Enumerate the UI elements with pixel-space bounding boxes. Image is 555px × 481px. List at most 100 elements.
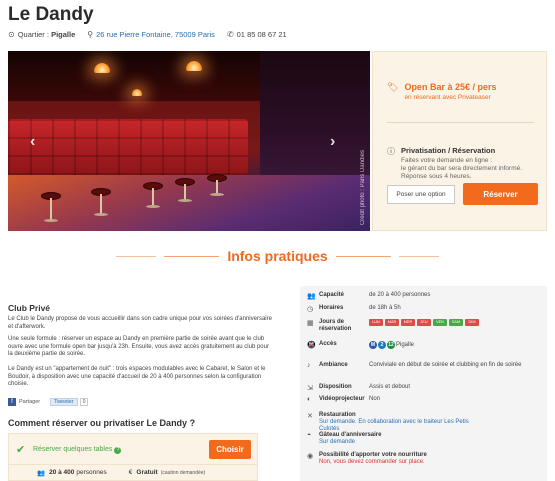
info-key: Accès [319, 341, 337, 347]
map-marker-icon: ⚲ [87, 30, 94, 39]
club-paragraph-2: Une seule formule : réserver un espace a… [8, 336, 269, 357]
info-row-disposition: ⇲ Disposition Assis et debout [300, 384, 547, 392]
booking-option-label: Réserver quelques tables? [33, 446, 122, 454]
privatisation-desc-2: le gérant du bar sera directement inform… [401, 165, 523, 172]
info-row-access: 🚇 Accès M 2 12 Pigalle [300, 341, 547, 349]
info-row-ambiance: ♪ Ambiance Conviviale en début de soirée… [300, 362, 547, 369]
clock-icon: ◷ [307, 306, 314, 313]
offer-title: Open Bar à 25€ / pers [404, 82, 497, 92]
title-line-left [164, 255, 220, 257]
info-value: Sur demande [319, 439, 356, 445]
info-value: Sur demande. En collaboration avec le tr… [319, 419, 469, 432]
projector-icon: ◐ [307, 396, 312, 403]
price-tag-icon: 🏷 [387, 82, 399, 92]
phone-group[interactable]: ✆ 01 85 08 67 21 [227, 30, 287, 39]
info-key: Capacité [319, 292, 345, 298]
prev-photo-arrow[interactable]: ‹ [30, 133, 35, 151]
venue-meta: ⊙ Quartier : Pigalle ⚲ 26 rue Pierre Fon… [8, 30, 299, 39]
group-icon: 👥 [307, 293, 316, 300]
tweet-count: 0 [79, 398, 89, 406]
bar-stool-foot [146, 205, 160, 208]
food-icon: ◉ [307, 453, 314, 460]
photo-back-wall [260, 51, 370, 191]
privatisation-info: ⓘ Privatisation / Réservation Faites vot… [387, 146, 522, 181]
next-photo-arrow[interactable]: › [330, 133, 335, 151]
info-value: M 2 12 Pigalle [369, 341, 534, 349]
address-group[interactable]: ⚲ 26 rue Pierre Fontaine, 75009 Paris [87, 30, 215, 39]
day-badge: LUN [369, 319, 383, 326]
booking-option-details: 👥 20 à 400 personnes € Gratuit (caution … [8, 465, 258, 481]
day-badge: VEN [433, 319, 447, 326]
day-badge: MAR [385, 319, 399, 326]
offer-subtitle: en réservant avec Privateaser [404, 94, 491, 101]
info-value: Assis et debout [369, 384, 411, 390]
option-button[interactable]: Poser une option [387, 185, 455, 204]
address-link[interactable]: 26 rue Pierre Fontaine, 75009 Paris [96, 30, 215, 39]
facebook-icon[interactable]: f [8, 398, 16, 406]
metro-badge: M [369, 341, 377, 349]
metro-lines: M 2 12 Pigalle [369, 341, 414, 349]
info-value: Non, vous devez commander sur place. [319, 459, 425, 465]
check-icon: ✔ [16, 444, 26, 456]
ceiling-lamp [132, 89, 142, 96]
info-row-hours: ◷ Horaires de 18h à 5h [300, 305, 547, 313]
info-key: Vidéoprojecteur [319, 396, 365, 402]
quartier-group: ⊙ Quartier : Pigalle [8, 30, 75, 39]
info-row-days: ▦ Jours de réservation LUN MAR MER JEU V… [300, 319, 547, 333]
day-badges: LUN MAR MER JEU VEN SAM DIM [369, 319, 534, 326]
reserve-button[interactable]: Réserver [463, 183, 538, 205]
info-value: Non [369, 396, 381, 402]
page-title: Le Dandy [8, 4, 94, 25]
metro-station: Pigalle [396, 341, 415, 348]
title-dash-left [116, 255, 157, 257]
venue-page: Le Dandy ⊙ Quartier : Pigalle ⚲ 26 rue P… [0, 0, 555, 481]
info-row-gateau: ◓ Gâteau d'anniversaire Sur demande [300, 432, 547, 446]
photo-banquette [8, 119, 248, 175]
bar-stool-foot [94, 213, 108, 216]
location-pin-icon: ⊙ [8, 30, 15, 39]
club-paragraph-3: Le Dandy est un "appartement de nuit" : … [8, 366, 266, 387]
info-value: de 20 à 400 personnes [369, 292, 431, 298]
day-badge: JEU [417, 319, 431, 326]
day-badge: SAM [449, 319, 463, 326]
metro-badge: 2 [378, 341, 386, 349]
bar-stool-leg [152, 188, 154, 206]
quartier-label: Quartier : [17, 30, 49, 39]
info-key: Possibilité d'apporter votre nourriture [319, 452, 427, 458]
option-price: € Gratuit (caution demandée) [129, 469, 205, 476]
facebook-share-label[interactable]: Partager [19, 399, 40, 405]
title-dash-right [398, 255, 439, 257]
group-icon: 👥 [37, 469, 46, 477]
venue-photo-slider[interactable]: ‹ › Crédit photo : Paris Dandies [8, 51, 370, 231]
bar-stool-leg [184, 184, 186, 200]
option-price-note: (caution demandée) [160, 469, 206, 476]
info-value: LUN MAR MER JEU VEN SAM DIM [369, 319, 534, 333]
bar-stool-leg [50, 198, 52, 220]
bar-stool-leg [216, 180, 218, 194]
booking-option-box: ✔ Réserver quelques tables? Choisir [8, 433, 258, 465]
booking-option-text: Réserver quelques tables [33, 446, 113, 453]
option-capacity: 👥 20 à 400 personnes [37, 469, 107, 477]
info-key: Disposition [319, 384, 352, 390]
bar-stool-foot [210, 193, 224, 196]
option-price-value: Gratuit [136, 469, 158, 476]
phone-number[interactable]: 01 85 08 67 21 [237, 30, 287, 39]
open-bar-offer: 🏷 Open Bar à 25€ / pers en réservant ave… [387, 82, 496, 101]
info-row-food: ◉ Possibilité d'apporter votre nourritur… [300, 452, 547, 466]
info-key: Gâteau d'anniversaire [319, 432, 382, 438]
privatisation-desc-1: Faites votre demande en ligne : [401, 157, 493, 164]
metro-badge: 12 [387, 341, 395, 349]
info-key: Ambiance [319, 362, 348, 368]
tweet-button[interactable]: Tweeter [50, 398, 78, 406]
club-heading: Club Privé [8, 303, 51, 313]
section-title: Infos pratiques [227, 248, 328, 264]
euro-icon: € [128, 469, 133, 476]
day-badge: MER [401, 319, 415, 326]
title-line-right [335, 255, 391, 257]
share-bar: f Partager Tweeter 0 [8, 398, 89, 406]
ceiling-lamp [186, 61, 202, 71]
privatisation-desc-3: Réponse sous 4 heures. [401, 173, 472, 180]
choose-button[interactable]: Choisir [209, 440, 251, 459]
how-to-book-heading: Comment réserver ou privatiser Le Dandy … [8, 418, 196, 428]
help-icon[interactable]: ? [114, 447, 122, 454]
